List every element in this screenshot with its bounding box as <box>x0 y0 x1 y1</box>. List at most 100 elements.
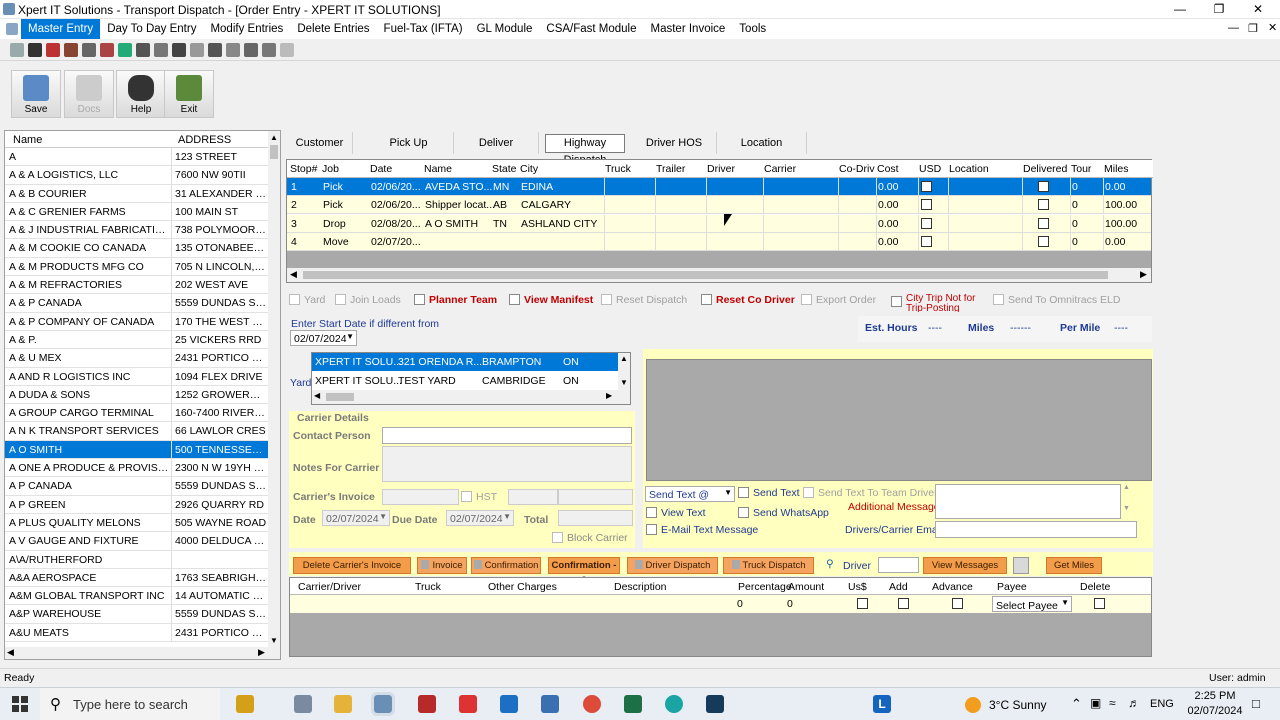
drivers-email-input[interactable] <box>935 521 1137 538</box>
stop-miles-cell[interactable]: 100.00 <box>1105 199 1137 211</box>
taskbar-app-icon[interactable] <box>706 695 724 713</box>
yard-grid-scrollbar[interactable]: ▲ ▼ <box>618 353 630 390</box>
notes-for-carrier-input[interactable] <box>382 446 632 482</box>
exit-button[interactable]: Exit <box>164 70 214 118</box>
scroll-left-icon[interactable]: ◀ <box>7 647 14 658</box>
pay-col-add[interactable]: Add <box>889 581 908 593</box>
carrier-pay-row[interactable]: 0 0 Select Payee ▼ <box>290 595 1151 613</box>
delivered-checkbox[interactable] <box>1038 199 1049 211</box>
stop-miles-cell[interactable]: 0.00 <box>1105 181 1125 193</box>
toolbar-route-icon[interactable] <box>244 43 258 57</box>
send-text-select[interactable]: Send Text @ ▼ <box>645 486 735 502</box>
menu-tools[interactable]: Tools <box>732 19 773 39</box>
pay-col-percentage[interactable]: Percentage <box>738 581 792 593</box>
stops-col-truck[interactable]: Truck <box>605 163 631 175</box>
volume-icon[interactable]: ♬ <box>1128 696 1140 710</box>
menu-master-invoice[interactable]: Master Invoice <box>644 19 733 39</box>
scroll-down-icon[interactable]: ▼ <box>270 636 278 645</box>
stops-col-job[interactable]: Job <box>322 163 339 175</box>
scroll-thumb[interactable] <box>303 271 1108 279</box>
stop-row[interactable]: 2 Pick 02/06/20... Shipper locat... AB CALGAR… <box>287 196 1151 215</box>
chevron-up-icon[interactable]: ⌃ <box>1071 696 1082 712</box>
stops-col-tour[interactable]: Tour <box>1071 163 1091 175</box>
delivered-checkbox[interactable] <box>1038 217 1049 229</box>
taskbar-app-icon[interactable] <box>294 695 312 713</box>
pay-col-advance[interactable]: Advance <box>932 581 973 593</box>
taskbar-search-box[interactable]: ⚲ Type here to search <box>40 688 220 720</box>
stops-col-co-driv[interactable]: Co-Driv <box>839 163 875 175</box>
tab-deliver[interactable]: Deliver <box>454 132 539 154</box>
stop-cost-cell[interactable]: 0.00 <box>878 236 898 248</box>
get-miles-button[interactable]: Get Miles <box>1046 557 1102 574</box>
stop-row[interactable]: 4 Move 02/07/20... 0.00 0 0.00 <box>287 232 1151 251</box>
usd-checkbox[interactable] <box>921 181 932 192</box>
mdi-minimize-icon[interactable]: — <box>1228 22 1239 34</box>
stop-row[interactable]: 1 Pick 02/06/20... AVEDA STO... MN EDINA 0.00 0… <box>287 178 1151 196</box>
customer-row[interactable]: A P CANADA 5559 DUNDAS ST W... <box>5 477 280 496</box>
scroll-up-icon[interactable]: ▲ <box>270 133 278 142</box>
stops-col-trailer[interactable]: Trailer <box>656 163 685 175</box>
customer-row[interactable]: A ONE A PRODUCE & PROVISION... 2300 N W 1… <box>5 459 280 478</box>
customer-row[interactable]: A & M PRODUCTS MFG CO 705 N LINCOLN,MF... <box>5 257 280 277</box>
hst-total-input[interactable] <box>558 489 633 505</box>
customer-row[interactable]: A\A/RUTHERFORD <box>5 550 280 569</box>
toolbar-link-icon[interactable] <box>136 43 150 57</box>
customer-row[interactable]: A V GAUGE AND FIXTURE 4000 DELDUCA DR <box>5 532 280 551</box>
menu-gl-module[interactable]: GL Module <box>470 19 540 39</box>
customer-row[interactable]: A & P CANADA 5559 DUNDAS STR... <box>5 294 280 313</box>
menu-csa-fast[interactable]: CSA/Fast Module <box>539 19 643 39</box>
usd-checkbox[interactable] <box>921 199 932 211</box>
windows-start-icon[interactable] <box>12 696 28 712</box>
pay-col-us-[interactable]: Us$ <box>848 581 867 593</box>
toolbar-search-icon[interactable] <box>82 43 96 57</box>
stop-tour-cell[interactable]: 0 <box>1072 199 1078 211</box>
stops-col-stop-[interactable]: Stop# <box>290 163 317 175</box>
customer-row[interactable]: A P GREEN 2926 QUARRY RD <box>5 495 280 514</box>
stop-tour-cell[interactable]: 0 <box>1072 181 1078 193</box>
file-explorer-icon[interactable] <box>334 695 352 713</box>
xpert-app-icon[interactable] <box>371 692 395 716</box>
customer-row[interactable]: A&A AEROSPACE 1763 SEABRIGHT A... <box>5 568 280 588</box>
taskbar-app-icon[interactable] <box>500 695 518 713</box>
toolbar-truck-icon[interactable] <box>46 43 60 57</box>
scroll-up-icon[interactable]: ▲ <box>620 354 628 363</box>
mdi-close-icon[interactable]: ✕ <box>1268 21 1277 34</box>
menu-master-entry[interactable]: Master Entry <box>21 19 101 39</box>
toolbar-folder-icon[interactable] <box>208 43 222 57</box>
stop-job-cell[interactable]: Move <box>323 236 349 248</box>
customer-row[interactable]: A PLUS QUALITY MELONS 505 WAYNE ROAD <box>5 513 280 533</box>
customer-list-hscrollbar[interactable]: ◀ ▶ <box>5 647 268 659</box>
stop-date-cell[interactable]: 02/06/20... <box>371 199 421 211</box>
toolbar-copy-icon[interactable] <box>154 43 168 57</box>
stop-stop-cell[interactable]: 3 <box>291 218 297 230</box>
stop-name-cell[interactable]: AVEDA STO... <box>425 181 492 193</box>
stop-city-cell[interactable]: ASHLAND CITY <box>521 218 597 230</box>
save-small-icon[interactable] <box>1013 557 1029 574</box>
pay-col-payee[interactable]: Payee <box>997 581 1027 593</box>
delete-carrier-invoice-button[interactable]: Delete Carrier's Invoice <box>293 557 411 574</box>
taskbar-app-icon[interactable] <box>418 695 436 713</box>
stop-city-cell[interactable]: CALGARY <box>521 199 571 211</box>
pay-col-carrier-driver[interactable]: Carrier/Driver <box>298 581 361 593</box>
hst-amount-input[interactable] <box>508 489 558 505</box>
customer-row[interactable]: A N K TRANSPORT SERVICES 66 LAWLOR CRES <box>5 422 280 441</box>
close-icon[interactable]: ✕ <box>1238 0 1278 19</box>
tab-customer[interactable]: Customer <box>287 132 353 154</box>
stops-grid-hscrollbar[interactable]: ◀ ▶ <box>287 268 1151 282</box>
pay-col-other-charges[interactable]: Other Charges <box>488 581 557 593</box>
toolbar-pin-icon[interactable] <box>28 43 42 57</box>
toolbar-report-icon[interactable] <box>100 43 114 57</box>
stop-stop-cell[interactable]: 2 <box>291 199 297 211</box>
yard-grid-hscrollbar[interactable]: ◀ ▶ <box>312 390 630 404</box>
customer-row[interactable]: A & J INDUSTRIAL FABRICATING 738 POLYMOOR… <box>5 221 280 240</box>
menu-day-to-day-entry[interactable]: Day To Day Entry <box>100 19 203 39</box>
advance-checkbox[interactable] <box>952 598 963 609</box>
stop-state-cell[interactable]: AB <box>493 199 507 211</box>
stops-col-name[interactable]: Name <box>424 163 452 175</box>
start-date-picker[interactable]: 02/07/2024 ▼ <box>290 330 357 346</box>
customer-row[interactable]: A & P. 25 VICKERS RRD <box>5 330 280 350</box>
scroll-left-icon[interactable]: ◀ <box>314 391 320 400</box>
minimize-icon[interactable]: — <box>1160 0 1200 19</box>
stops-col-location[interactable]: Location <box>949 163 989 175</box>
send-team-checkbox[interactable]: Send Text To Team Driver <box>803 487 938 499</box>
